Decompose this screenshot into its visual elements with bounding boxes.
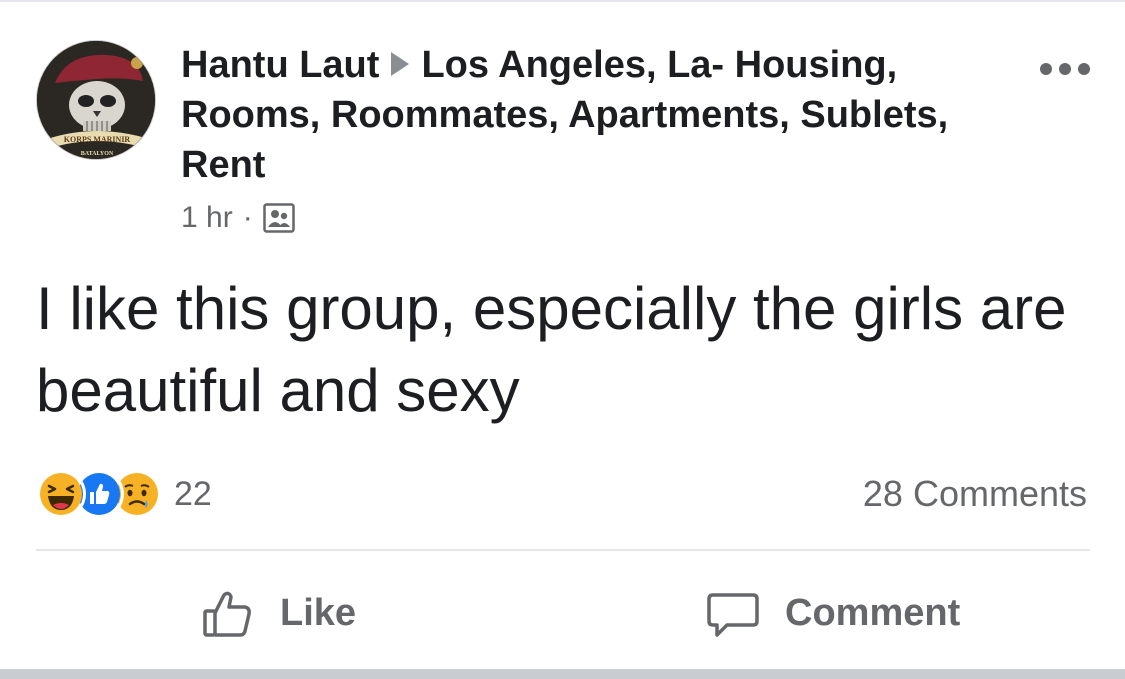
author-avatar[interactable]: KORPS MARINIR BATALYON: [36, 40, 156, 160]
comment-label: Comment: [785, 591, 961, 634]
group-members-icon: [262, 203, 295, 233]
post-title: Hantu Laut Los Angeles, La- Housing, Room…: [181, 40, 1011, 190]
more-dot-icon: [1078, 63, 1090, 75]
like-button[interactable]: Like: [200, 580, 356, 646]
author-name[interactable]: Hantu Laut: [181, 44, 379, 86]
comment-button[interactable]: Comment: [705, 580, 960, 646]
haha-icon: [36, 469, 86, 519]
comments-count-link[interactable]: 28 Comments: [863, 470, 1087, 518]
action-divider: [36, 549, 1090, 551]
comment-bubble-icon: [707, 593, 759, 637]
more-dot-icon: [1040, 63, 1052, 75]
meta-separator: ·: [242, 201, 253, 234]
post-meta: 1 hr ·: [181, 200, 1011, 236]
post-time[interactable]: 1 hr: [181, 200, 233, 236]
more-dot-icon: [1059, 63, 1071, 75]
post-body: I like this group, especially the girls …: [36, 275, 1067, 424]
like-label: Like: [280, 591, 357, 634]
bottom-separator: [0, 669, 1125, 679]
arrow-right-icon: [391, 51, 410, 76]
reactions-summary[interactable]: 22: [36, 468, 212, 520]
skull-beret-avatar-icon: KORPS MARINIR BATALYON: [37, 41, 155, 159]
avatar-text-line1: KORPS MARINIR: [64, 135, 131, 144]
more-options-button[interactable]: [1040, 62, 1090, 76]
post-header: Hantu Laut Los Angeles, La- Housing, Room…: [181, 40, 1011, 236]
top-divider: [0, 0, 1125, 2]
reaction-count: 22: [174, 474, 212, 513]
thumbs-up-icon: [203, 591, 251, 637]
avatar-text-line2: BATALYON: [81, 151, 114, 157]
